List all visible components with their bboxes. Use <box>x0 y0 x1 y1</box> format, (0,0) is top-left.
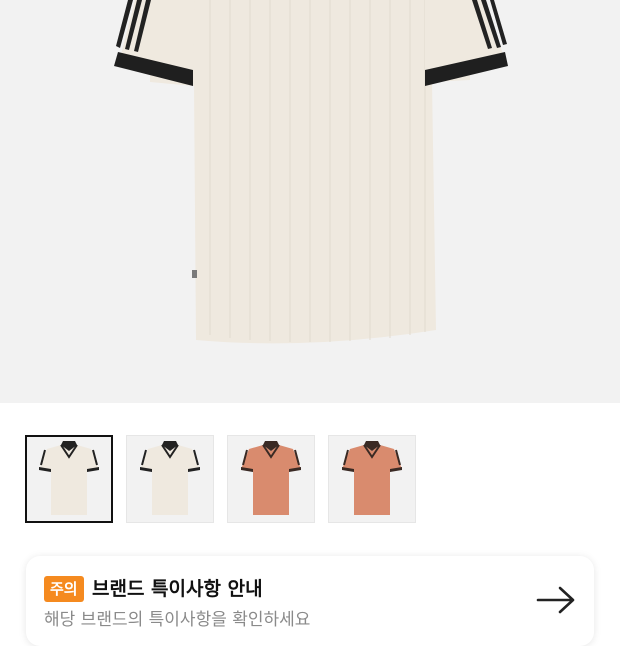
product-main-image <box>0 0 620 403</box>
notice-title: 브랜드 특이사항 안내 <box>92 578 263 600</box>
thumbnail-2[interactable] <box>126 435 214 523</box>
thumbnail-list <box>25 435 416 525</box>
polo-shirt-icon <box>342 441 402 515</box>
polo-shirt-icon <box>39 441 99 515</box>
thumbnail-4[interactable] <box>328 435 416 523</box>
polo-shirt-icon <box>114 0 508 344</box>
notice-subtitle: 해당 브랜드의 특이사항을 확인하세요 <box>44 610 311 630</box>
caution-badge: 주의 <box>44 576 84 602</box>
brand-notice-card[interactable]: 주의 브랜드 특이사항 안내 해당 브랜드의 특이사항을 확인하세요 <box>26 556 594 646</box>
thumbnail-1[interactable] <box>25 435 113 523</box>
thumbnail-3[interactable] <box>227 435 315 523</box>
polo-shirt-icon <box>241 441 301 515</box>
arrow-right-icon[interactable] <box>536 585 576 615</box>
polo-shirt-icon <box>140 441 200 515</box>
